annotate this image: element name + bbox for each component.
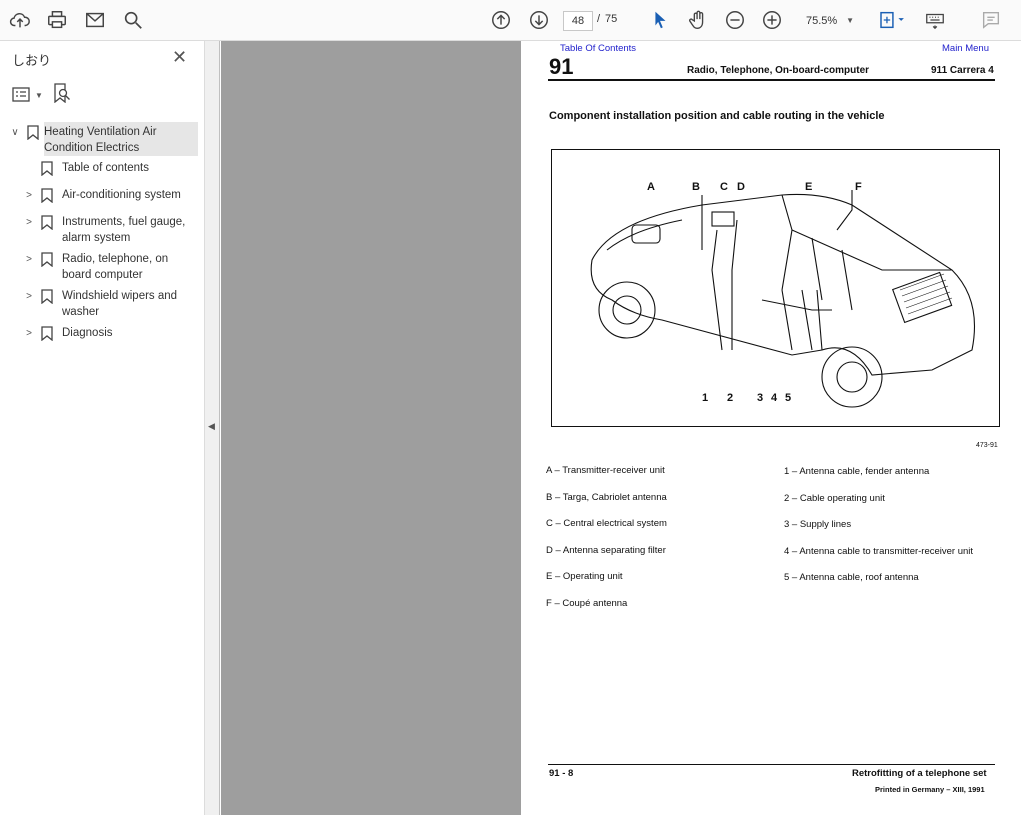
label-4: 4 bbox=[771, 392, 778, 404]
comment-icon[interactable] bbox=[979, 8, 1003, 32]
footer-rule bbox=[548, 764, 995, 765]
bookmark-icon bbox=[41, 215, 53, 230]
car-diagram-figure: A B C D E F 1 2 3 4 5 bbox=[551, 149, 1000, 427]
bookmark-item[interactable]: > Air-conditioning system bbox=[0, 184, 204, 211]
bookmark-icon bbox=[41, 161, 53, 176]
bookmark-icon bbox=[27, 125, 39, 140]
collapse-left-icon[interactable]: ◀ bbox=[208, 421, 215, 432]
main-menu-link[interactable]: Main Menu bbox=[942, 43, 989, 54]
bookmark-label: Radio, telephone, on board computer bbox=[62, 253, 169, 281]
chevron-down-icon: ▼ bbox=[35, 90, 43, 100]
search-icon[interactable] bbox=[121, 8, 145, 32]
legend-item: C – Central electrical system bbox=[546, 518, 667, 530]
panel-title: しおり bbox=[12, 53, 52, 68]
footer-title: Retrofitting of a telephone set bbox=[852, 768, 987, 779]
label-d: D bbox=[737, 181, 745, 193]
upload-cloud-icon[interactable] bbox=[8, 8, 32, 32]
chevron-right-icon[interactable]: > bbox=[22, 188, 36, 204]
chevron-right-icon[interactable]: > bbox=[22, 215, 36, 231]
section-title: Component installation position and cabl… bbox=[549, 110, 885, 122]
chevron-right-icon[interactable]: > bbox=[22, 252, 36, 268]
label-f: F bbox=[855, 181, 862, 193]
chevron-right-icon[interactable]: > bbox=[22, 289, 36, 305]
bookmark-icon bbox=[41, 252, 53, 267]
group-number: 91 bbox=[549, 54, 574, 79]
legend-item: E – Operating unit bbox=[546, 571, 623, 583]
email-icon[interactable] bbox=[83, 8, 107, 32]
zoom-in-icon[interactable] bbox=[760, 8, 784, 32]
chevron-down-icon: ▼ bbox=[846, 16, 854, 25]
label-2: 2 bbox=[727, 392, 733, 404]
bookmark-label: Heating Ventilation Air Condition Electr… bbox=[44, 126, 157, 154]
bookmark-list: ∨ Heating Ventilation Air Condition Elec… bbox=[0, 121, 204, 349]
footer-printed: Printed in Germany – XIII, 1991 bbox=[875, 785, 985, 794]
bookmark-item[interactable]: Table of contents bbox=[0, 157, 204, 184]
label-3: 3 bbox=[757, 392, 763, 404]
page-number-input[interactable]: 48 bbox=[563, 11, 593, 31]
bookmark-item[interactable]: > Radio, telephone, on board computer bbox=[0, 248, 204, 285]
select-cursor-icon[interactable] bbox=[648, 8, 672, 32]
label-e: E bbox=[805, 181, 812, 193]
page-separator: / bbox=[597, 13, 601, 25]
zoom-level-value: 75.5% bbox=[806, 15, 838, 27]
find-bookmark-icon[interactable] bbox=[53, 82, 71, 108]
document-page: Table Of Contents Main Menu 91 Radio, Te… bbox=[521, 41, 1021, 815]
label-1: 1 bbox=[702, 392, 708, 404]
legend-components: A – Transmitter-receiver unit B – Targa,… bbox=[546, 465, 667, 625]
header-rule bbox=[548, 79, 995, 81]
label-5: 5 bbox=[785, 392, 791, 404]
zoom-out-icon[interactable] bbox=[723, 8, 747, 32]
label-b: B bbox=[692, 181, 700, 193]
legend-item: F – Coupé antenna bbox=[546, 597, 628, 609]
figure-number: 473-91 bbox=[976, 442, 998, 449]
hand-tool-icon[interactable] bbox=[686, 8, 710, 32]
legend-item: D – Antenna separating filter bbox=[546, 544, 666, 556]
zoom-level-select[interactable]: 75.5% ▼ bbox=[798, 10, 858, 32]
legend-item: A – Transmitter-receiver unit bbox=[546, 465, 665, 476]
label-c: C bbox=[720, 181, 728, 193]
bookmarks-panel: しおり ✕ ▼ ∨ Heating Ventilation Air Condit… bbox=[0, 41, 205, 815]
bookmark-item[interactable]: > Instruments, fuel gauge, alarm system bbox=[0, 211, 204, 248]
legend-item: B – Targa, Cabriolet antenna bbox=[546, 491, 667, 503]
panel-splitter[interactable]: ◀ bbox=[205, 41, 220, 815]
bookmark-label: Table of contents bbox=[62, 162, 149, 174]
chevron-right-icon[interactable]: > bbox=[22, 326, 36, 342]
bookmark-item[interactable]: ∨ Heating Ventilation Air Condition Elec… bbox=[0, 121, 204, 157]
table-of-contents-link[interactable]: Table Of Contents bbox=[560, 43, 636, 54]
footer-page: 91 - 8 bbox=[549, 768, 574, 779]
bookmark-icon bbox=[41, 188, 53, 203]
page-total: 75 bbox=[605, 13, 618, 25]
bookmark-label: Diagnosis bbox=[62, 327, 113, 339]
header-model: 911 Carrera 4 bbox=[931, 65, 994, 76]
panel-tools: ▼ bbox=[12, 82, 71, 108]
bookmark-item[interactable]: > Windshield wipers and washer bbox=[0, 285, 204, 322]
bookmark-icon bbox=[41, 326, 53, 341]
bookmark-label: Air-conditioning system bbox=[62, 189, 181, 201]
legend-item: 3 – Supply lines bbox=[784, 519, 852, 531]
keyboard-icon[interactable] bbox=[923, 8, 947, 32]
bookmark-label: Instruments, fuel gauge, alarm system bbox=[62, 216, 186, 244]
bookmark-item[interactable]: > Diagnosis bbox=[0, 322, 204, 349]
document-background bbox=[221, 41, 521, 815]
bookmark-options-icon[interactable]: ▼ bbox=[12, 87, 43, 103]
fit-page-icon[interactable] bbox=[876, 8, 908, 32]
label-a: A bbox=[647, 181, 655, 193]
header-title: Radio, Telephone, On-board-computer bbox=[687, 65, 870, 76]
car-illustration: A B C D E F 1 2 3 4 5 bbox=[590, 181, 975, 408]
legend-item: 5 – Antenna cable, roof antenna bbox=[784, 572, 919, 584]
next-page-icon[interactable] bbox=[527, 8, 551, 32]
bookmark-icon bbox=[41, 289, 53, 304]
legend-item: 4 – Antenna cable to transmitter-receive… bbox=[784, 545, 974, 557]
legend-item: 1 – Antenna cable, fender antenna bbox=[784, 466, 930, 477]
legend-item: 2 – Cable operating unit bbox=[784, 492, 885, 504]
bookmark-label: Windshield wipers and washer bbox=[62, 290, 178, 318]
chevron-down-icon[interactable]: ∨ bbox=[8, 125, 22, 141]
legend-cables: 1 – Antenna cable, fender antenna 2 – Ca… bbox=[784, 466, 973, 599]
toolbar: 48 / 75 75.5% ▼ bbox=[0, 0, 1021, 41]
print-icon[interactable] bbox=[45, 8, 69, 32]
close-icon[interactable]: ✕ bbox=[172, 47, 187, 68]
previous-page-icon[interactable] bbox=[489, 8, 513, 32]
